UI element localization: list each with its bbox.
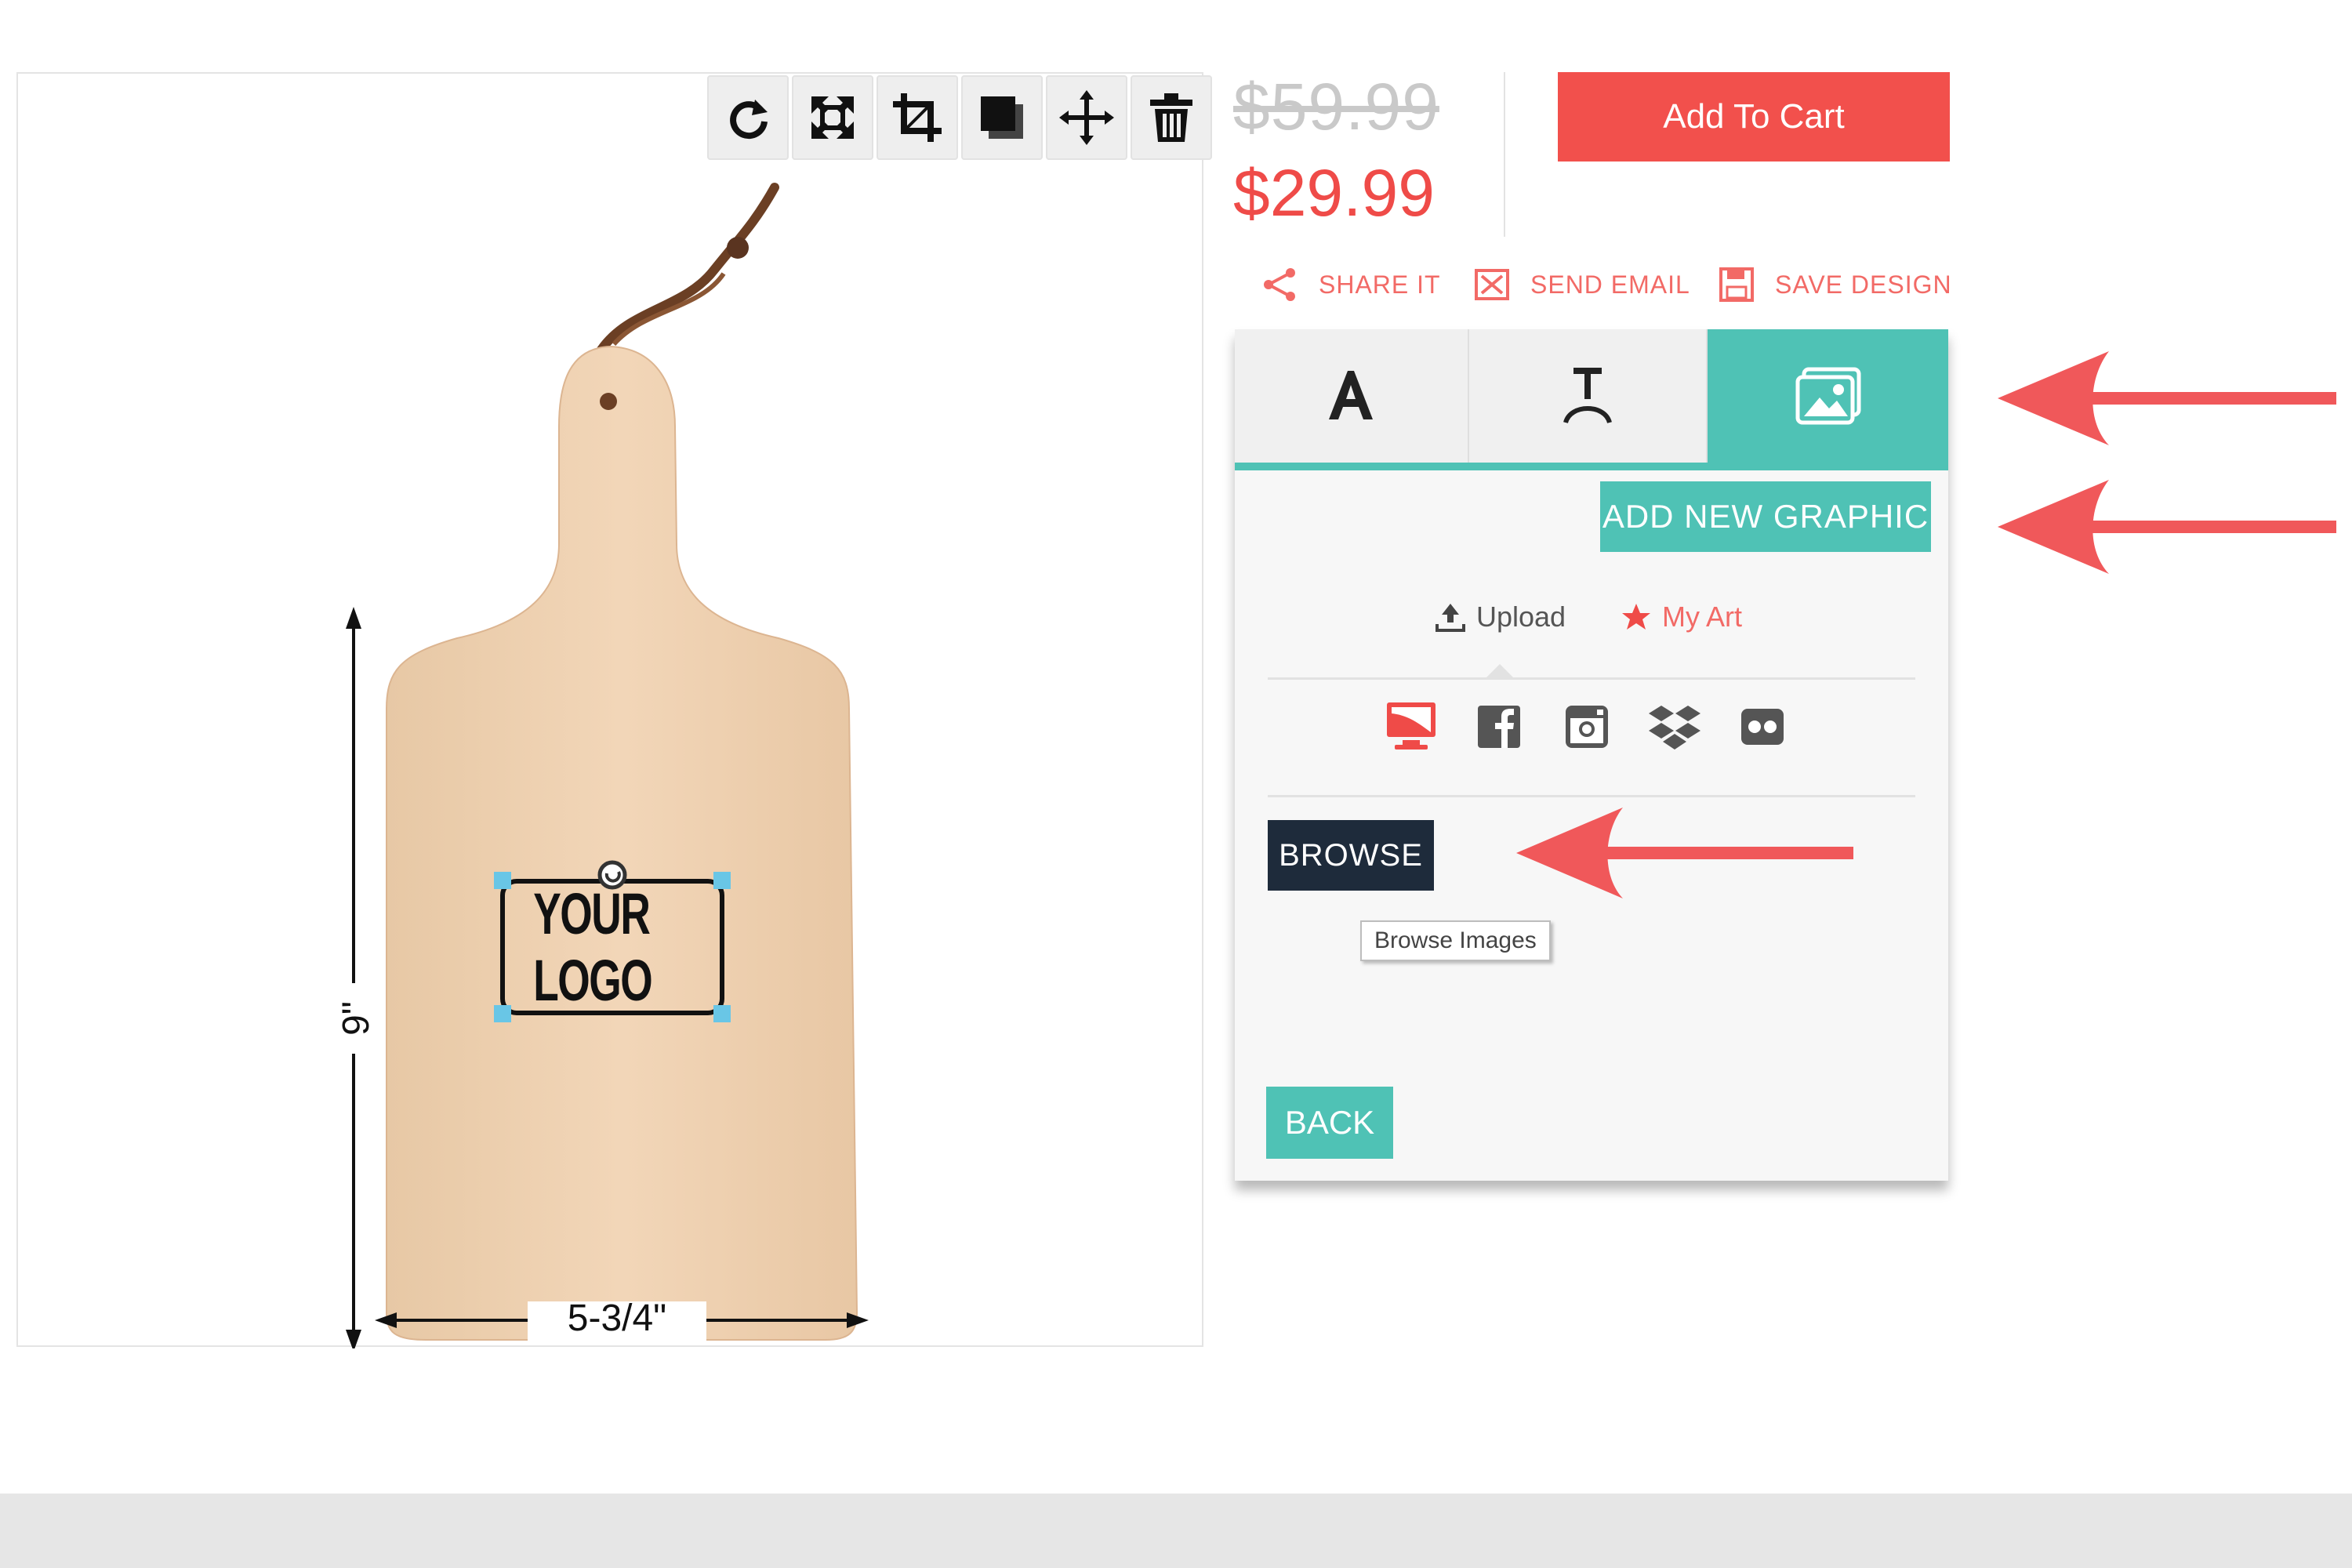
computer-source[interactable] bbox=[1382, 698, 1440, 756]
flickr-source[interactable] bbox=[1733, 698, 1791, 756]
crop-icon bbox=[893, 93, 942, 142]
save-icon bbox=[1719, 267, 1754, 302]
upload-icon bbox=[1436, 604, 1465, 632]
instagram-source[interactable] bbox=[1558, 698, 1616, 756]
flickr-icon bbox=[1741, 709, 1784, 745]
dropbox-icon bbox=[1649, 706, 1700, 750]
browse-button[interactable]: BROWSE bbox=[1268, 820, 1434, 891]
original-price: $59.99 bbox=[1233, 70, 1439, 143]
add-to-cart-button[interactable]: Add To Cart bbox=[1558, 72, 1950, 162]
rotate-icon bbox=[730, 100, 768, 140]
tab-underline bbox=[1235, 463, 1948, 470]
arrow-icon bbox=[1998, 351, 2336, 445]
star-icon bbox=[1622, 604, 1650, 630]
browse-tooltip: Browse Images bbox=[1360, 920, 1551, 961]
layer-icon bbox=[981, 96, 1023, 139]
divider bbox=[1504, 72, 1505, 237]
height-dimension-label: 9" bbox=[336, 1001, 377, 1036]
design-canvas[interactable]: YOUR LOGO 9" 5-3/4" bbox=[16, 72, 1203, 1348]
share-icon bbox=[1264, 268, 1295, 301]
add-new-graphic-button[interactable]: ADD NEW GRAPHIC bbox=[1600, 481, 1931, 552]
divider bbox=[1268, 677, 1915, 680]
text-icon bbox=[1329, 371, 1374, 419]
curved-text-tab[interactable] bbox=[1468, 329, 1708, 463]
sale-price: $29.99 bbox=[1233, 156, 1435, 230]
trash-icon bbox=[1150, 93, 1192, 142]
image-tab[interactable] bbox=[1708, 329, 1948, 463]
rotate-button[interactable] bbox=[707, 75, 789, 160]
tool-tabs bbox=[1235, 329, 1948, 469]
cutting-board bbox=[386, 345, 858, 1341]
curved-text-icon bbox=[1563, 368, 1612, 424]
my-art-tab[interactable]: My Art bbox=[1621, 601, 1742, 633]
save-design-link[interactable]: SAVE DESIGN bbox=[1719, 267, 1952, 303]
email-icon bbox=[1475, 269, 1509, 300]
instagram-icon bbox=[1566, 706, 1608, 748]
send-email-label: SEND EMAIL bbox=[1530, 270, 1690, 299]
delete-button[interactable] bbox=[1131, 75, 1212, 160]
facebook-source[interactable] bbox=[1470, 698, 1528, 756]
back-button[interactable]: BACK bbox=[1266, 1087, 1393, 1159]
layer-button[interactable] bbox=[961, 75, 1043, 160]
active-tab-pointer bbox=[1486, 664, 1514, 678]
divider bbox=[1268, 795, 1915, 797]
share-link[interactable]: SHARE IT bbox=[1262, 267, 1441, 303]
fit-button[interactable] bbox=[792, 75, 873, 160]
send-email-link[interactable]: SEND EMAIL bbox=[1474, 267, 1690, 303]
product-preview bbox=[333, 183, 869, 1348]
image-icon bbox=[1795, 367, 1861, 425]
text-tab[interactable] bbox=[1235, 329, 1469, 463]
arrow-icon bbox=[1998, 480, 2336, 574]
dropbox-source[interactable] bbox=[1646, 698, 1704, 756]
fit-icon bbox=[811, 96, 854, 139]
footer-bar bbox=[0, 1494, 2352, 1568]
crop-button[interactable] bbox=[877, 75, 958, 160]
upload-sources bbox=[1382, 698, 1791, 756]
move-icon bbox=[1059, 90, 1114, 145]
save-design-label: SAVE DESIGN bbox=[1775, 270, 1952, 299]
facebook-icon bbox=[1478, 706, 1520, 748]
upload-tab[interactable]: Upload bbox=[1436, 601, 1566, 633]
logo-text[interactable]: YOUR LOGO bbox=[533, 881, 691, 1013]
move-button[interactable] bbox=[1046, 75, 1127, 160]
share-label: SHARE IT bbox=[1319, 270, 1441, 299]
canvas-toolbar bbox=[707, 75, 1212, 160]
upload-label: Upload bbox=[1476, 601, 1566, 633]
my-art-label: My Art bbox=[1662, 601, 1743, 633]
width-dimension-label: 5-3/4" bbox=[567, 1298, 667, 1339]
computer-icon bbox=[1387, 702, 1436, 750]
design-panel: ADD NEW GRAPHIC Upload My Art BROWSE Bro… bbox=[1235, 329, 1948, 1181]
